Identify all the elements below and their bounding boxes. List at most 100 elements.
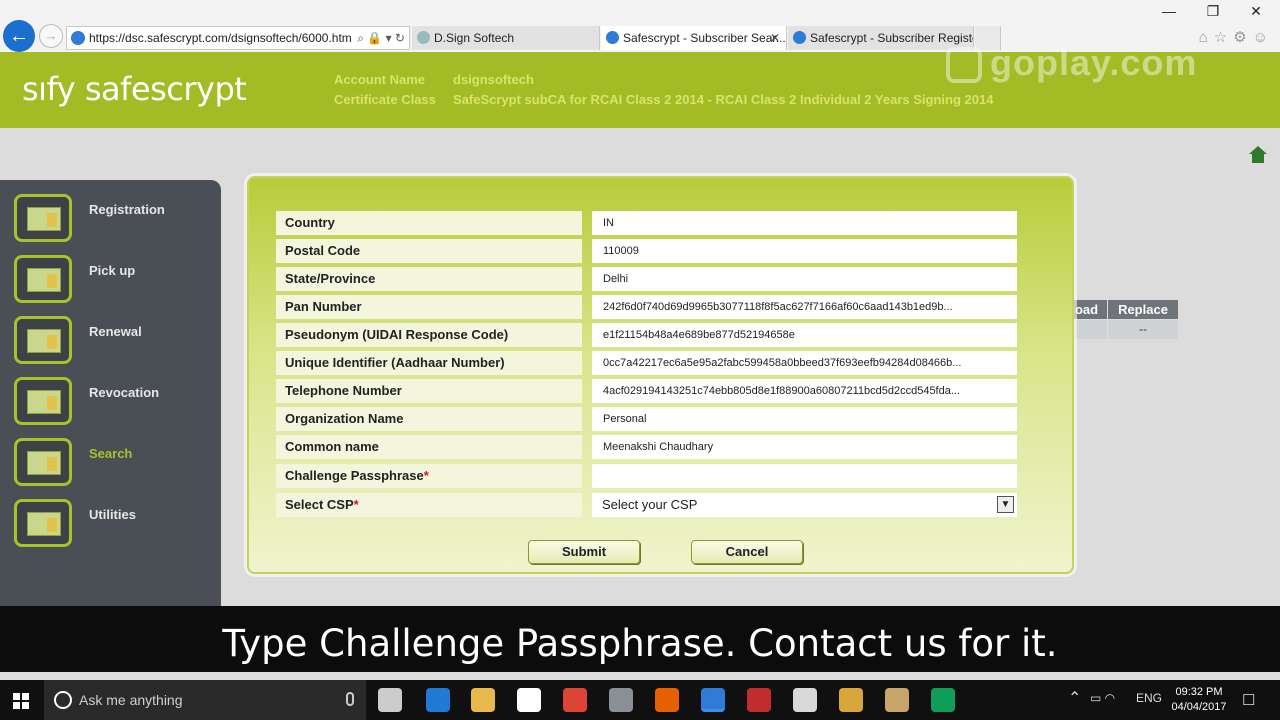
country-field[interactable]: IN [592,211,1017,235]
form-row-country: Country IN [276,211,1017,235]
chrome-icon[interactable] [563,688,587,712]
cortana-search-box[interactable]: Ask me anything [44,680,366,720]
search-icon [14,438,72,486]
state-field[interactable]: Delhi [592,267,1017,291]
home-icon[interactable] [1249,146,1267,164]
goplay-logo-icon [946,47,982,84]
tray-overflow-icon[interactable]: ⌃ [1068,688,1081,708]
file-explorer-icon[interactable] [471,688,495,712]
restore-button[interactable]: ❐ [1198,3,1228,20]
sidebar-item-label: Pick up [89,263,136,278]
sify-safescrypt-logo: sıfy safescrypt [22,70,247,108]
sidebar-item-registration[interactable]: Registration [14,194,214,244]
pan-number-field[interactable]: 242f6d0f740d69d9965b3077118f8f5ac627f716… [592,295,1017,319]
challenge-passphrase-input[interactable] [592,464,1017,488]
internet-explorer-icon[interactable] [701,688,725,712]
sidebar-item-revocation[interactable]: Revocation [14,377,214,427]
unique-identifier-field[interactable]: 0cc7a42217ec6a5e95a2fabc599458a0bbeed37f… [592,351,1017,375]
csp-select-value: Select your CSP [602,497,698,512]
field-label: Country [276,211,582,235]
task-view-icon[interactable] [378,688,402,712]
registration-icon [14,194,72,242]
edge-icon[interactable] [426,688,450,712]
search-results-table: oad Replace -- [1066,300,1178,340]
video-caption: Type Challenge Passphrase. Contact us fo… [222,622,1058,665]
windows-start-icon[interactable] [13,693,29,709]
back-button[interactable]: ← [3,20,35,52]
action-center-icon[interactable]: ☐ [1242,691,1255,709]
sidebar-item-label: Revocation [89,385,160,400]
video-caption-bar: Type Challenge Passphrase. Contact us fo… [0,606,1280,672]
store-icon[interactable] [517,688,541,712]
address-bar[interactable]: https://dsc.safescrypt.com/dsignsoftech/… [66,26,410,50]
form-row-telephone: Telephone Number 4acf029194143251c74ebb8… [276,379,1017,403]
organization-field[interactable]: Personal [592,407,1017,431]
filezilla-icon[interactable] [747,688,771,712]
utilities-icon [14,499,72,547]
microphone-icon[interactable] [346,692,354,706]
field-label: Organization Name [276,407,582,431]
browser-tool-icons[interactable]: ⌂☆⚙☺ [1199,28,1274,46]
field-label: Common name [276,435,582,459]
sidebar-item-renewal[interactable]: Renewal [14,316,214,366]
csp-select[interactable]: Select your CSP ▼ [592,493,1017,517]
ie-page-icon [71,31,85,45]
address-tools-icons[interactable]: ⌕ 🔒 ▾ ↻ [357,27,405,49]
field-label: Pan Number [276,295,582,319]
tab-dsign-softech[interactable]: D.Sign Softech [412,26,600,50]
tab-subscriber-search[interactable]: Safescrypt - Subscriber Sear... ✕ [601,26,787,50]
cortana-icon [54,691,72,709]
tab-favicon-icon [417,31,430,44]
sidebar-item-pickup[interactable]: Pick up [14,255,214,305]
field-label: Telephone Number [276,379,582,403]
language-indicator[interactable]: ENG [1136,691,1162,705]
app-at-icon[interactable] [839,688,863,712]
mail-icon[interactable] [793,688,817,712]
firefox-icon[interactable] [655,688,679,712]
certificate-class-value: SafeScrypt subCA for RCAI Class 2 2014 -… [453,92,994,107]
field-label: Challenge Passphrase* [276,464,582,488]
taskbar-clock[interactable]: 09:32 PM 04/04/2017 [1171,685,1227,715]
address-url[interactable]: https://dsc.safescrypt.com/dsignsoftech/… [89,31,352,45]
revocation-icon [14,377,72,425]
replace-cell: -- [1108,320,1178,339]
form-row-challenge-passphrase: Challenge Passphrase* [276,464,1017,488]
field-label: Unique Identifier (Aadhaar Number) [276,351,582,375]
hourglass-app-icon[interactable] [885,688,909,712]
clock-time: 09:32 PM [1175,686,1223,698]
form-row-organization: Organization Name Personal [276,407,1017,431]
close-window-button[interactable]: ✕ [1241,3,1271,20]
tab-close-icon[interactable]: ✕ [770,26,780,50]
forward-button[interactable]: → [39,24,63,48]
pseudonym-field[interactable]: e1f21154b48a4e689be877d52194658e [592,323,1017,347]
tab-label: D.Sign Softech [434,31,515,45]
account-name-label: Account Name [334,72,426,87]
common-name-field[interactable]: Meenakshi Chaudhary [592,435,1017,459]
field-label: Pseudonym (UIDAI Response Code) [276,323,582,347]
tab-ie-icon [606,31,619,44]
minimize-button[interactable]: — [1154,3,1184,19]
pickup-icon [14,255,72,303]
account-name-value: dsignsoftech [453,72,534,87]
postal-code-field[interactable]: 110009 [592,239,1017,263]
cancel-button[interactable]: Cancel [691,540,803,564]
form-row-select-csp: Select CSP* Select your CSP ▼ [276,493,1017,517]
chrome-2-icon[interactable] [931,688,955,712]
renewal-icon [14,316,72,364]
telephone-field[interactable]: 4acf029194143251c74ebb805d8e1f88900a6080… [592,379,1017,403]
certificate-class-label: Certificate Class [334,92,436,107]
required-marker: * [353,497,359,512]
people-icon[interactable] [609,688,633,712]
field-label: Postal Code [276,239,582,263]
form-row-postal-code: Postal Code 110009 [276,239,1017,263]
field-label: Select CSP* [276,493,582,517]
form-row-pseudonym: Pseudonym (UIDAI Response Code) e1f21154… [276,323,1017,347]
sidebar-item-search[interactable]: Search [14,438,214,488]
submit-button[interactable]: Submit [528,540,640,564]
form-row-common-name: Common name Meenakshi Chaudhary [276,435,1017,459]
chevron-down-icon[interactable]: ▼ [997,496,1014,513]
tray-status-icons[interactable]: ▭ ◠ [1090,691,1115,705]
sidebar-item-utilities[interactable]: Utilities [14,499,214,549]
sidebar-item-label: Renewal [89,324,142,339]
tab-ie-icon [793,31,806,44]
